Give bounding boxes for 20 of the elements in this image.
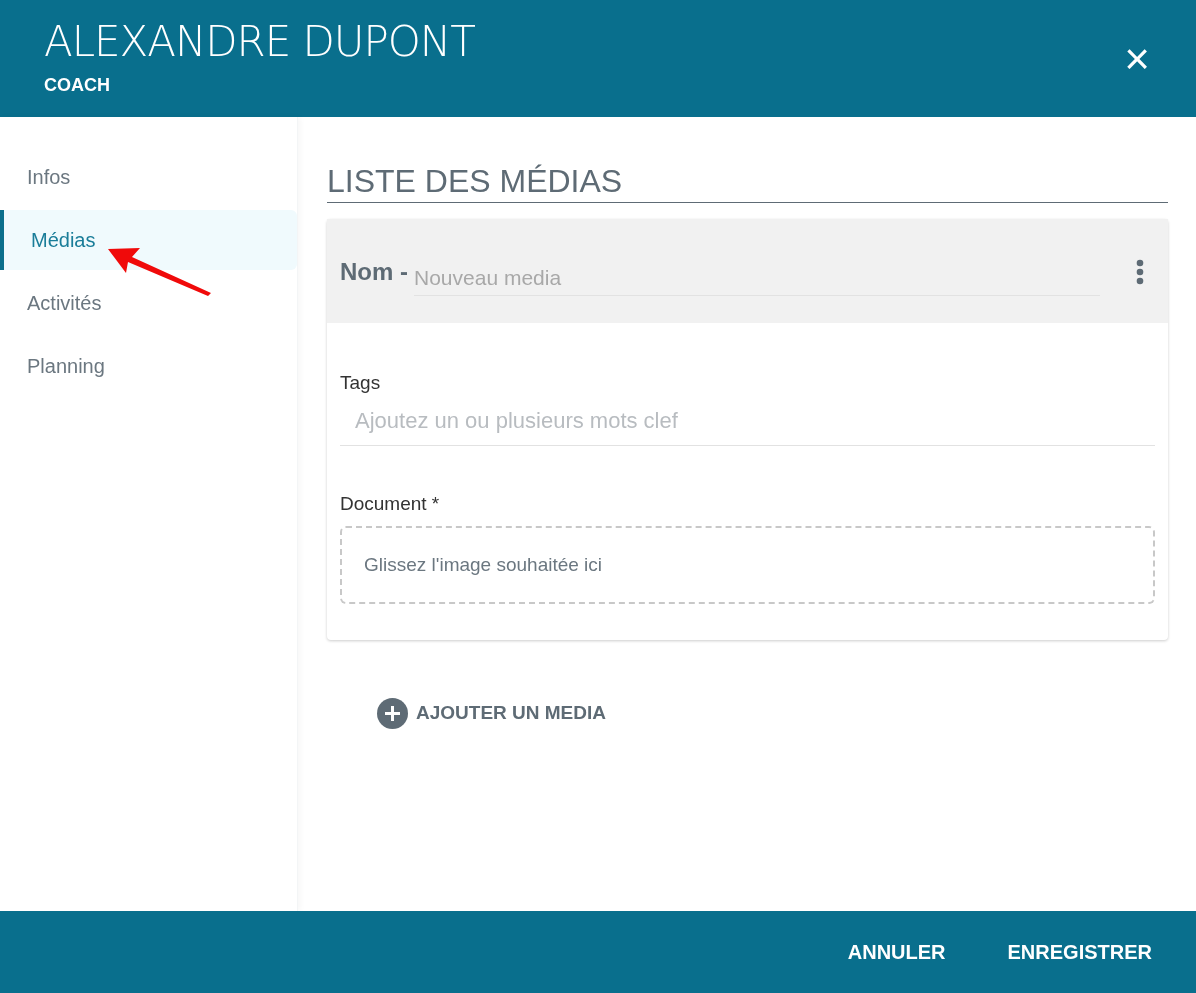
close-button[interactable]: × — [1124, 36, 1150, 81]
name-input[interactable]: Nouveau media — [414, 260, 1100, 295]
tags-input[interactable]: Ajoutez un ou plusieurs mots clef — [340, 397, 1155, 446]
role-label: COACH — [44, 74, 111, 97]
sidebar-item[interactable]: Infos — [0, 147, 297, 207]
dropzone[interactable]: Glissez l'image souhaitée ici — [340, 526, 1155, 604]
footer-button[interactable]: ENREGISTRER — [1007, 937, 1152, 967]
tags-label: Tags — [340, 371, 382, 395]
person-name: ALEXANDRE DUPONT — [44, 18, 475, 66]
footer-button[interactable]: ANNULER — [847, 937, 946, 967]
name-label: Nom - — [340, 257, 408, 287]
name-field[interactable]: Nouveau media — [414, 248, 1100, 296]
document-label: Document * — [340, 491, 441, 516]
sidebar-item[interactable]: Planning — [0, 336, 297, 396]
sidebar-item[interactable]: Activités — [0, 273, 297, 333]
sidebar-item[interactable]: Médias — [0, 210, 297, 270]
section-title: LISTE DES MÉDIAS — [327, 162, 1168, 203]
add-media-button[interactable]: AJOUTER UN MEDIA — [377, 698, 606, 729]
plus-circle-icon — [377, 698, 408, 729]
more-options-icon[interactable] — [1136, 259, 1144, 285]
